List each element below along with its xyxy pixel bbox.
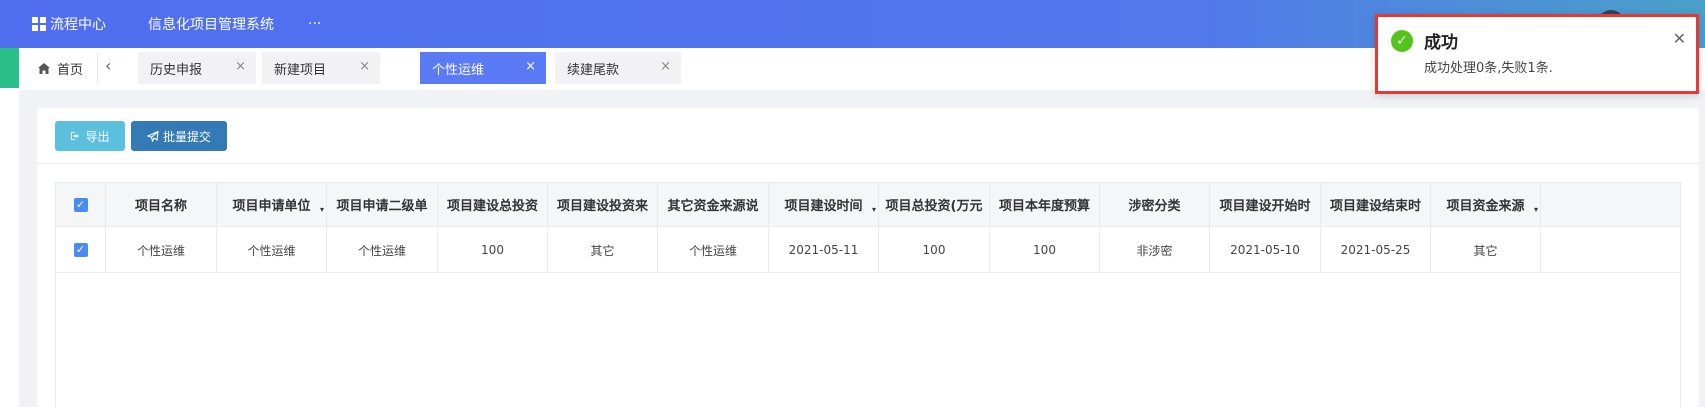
column-header[interactable]: 项目建设结束时 xyxy=(1321,183,1431,226)
home-icon xyxy=(38,62,50,74)
tab-label: 续建尾款 xyxy=(567,62,620,78)
sort-icon[interactable]: ▾ xyxy=(320,205,324,214)
export-label: 导出 xyxy=(85,129,110,144)
grid-icon xyxy=(32,17,46,31)
tab-continued-payment[interactable]: 续建尾款 × xyxy=(555,52,681,84)
row-select-cell: ✓ xyxy=(56,228,106,272)
check-circle-icon: ✓ xyxy=(1391,30,1413,52)
column-header[interactable]: 项目申请二级单 xyxy=(327,183,438,226)
table-cell: 2021-05-25 xyxy=(1321,228,1431,272)
export-button[interactable]: 导出 xyxy=(55,121,125,151)
sort-icon[interactable]: ▾ xyxy=(872,205,876,214)
tab-label: 历史申报 xyxy=(150,62,203,78)
tab-divider xyxy=(97,54,98,84)
table-cell: 100 xyxy=(879,228,990,272)
batch-submit-button[interactable]: 批量提交 xyxy=(131,121,227,151)
table-cell: 个性运维 xyxy=(327,228,438,272)
column-header[interactable]: 项目资金来源 ▾ xyxy=(1431,183,1541,226)
column-header[interactable]: 项目建设时间 ▾ xyxy=(769,183,879,226)
close-icon[interactable]: × xyxy=(525,59,536,74)
menu-label: 流程中心 xyxy=(50,17,106,33)
table-cell: 其它 xyxy=(548,228,658,272)
table-header: ✓ 项目名称 项目申请单位 ▾ 项目申请二级单 项目建设总投资 项目建设投资来 其… xyxy=(56,183,1680,227)
tab-home-label: 首页 xyxy=(57,62,84,78)
table-cell: 2021-05-11 xyxy=(769,228,879,272)
select-all-cell: ✓ xyxy=(56,183,106,226)
tab-new-project[interactable]: 新建项目 × xyxy=(262,52,380,84)
table-cell: 个性运维 xyxy=(658,228,769,272)
sidebar-collapsed xyxy=(0,48,19,407)
send-icon xyxy=(146,130,159,142)
export-icon xyxy=(71,132,80,140)
column-header[interactable]: 项目本年度预算 xyxy=(990,183,1100,226)
menu-more[interactable]: ··· xyxy=(308,0,321,48)
menu-project-system[interactable]: 信息化项目管理系统 xyxy=(148,0,274,48)
divider xyxy=(37,163,1699,164)
chevron-left-icon[interactable]: ‹ xyxy=(105,56,111,75)
table-cell: 2021-05-10 xyxy=(1210,228,1321,272)
column-header[interactable]: 项目名称 xyxy=(106,183,217,226)
table-cell: 100 xyxy=(990,228,1100,272)
sidebar-accent xyxy=(0,48,19,88)
close-icon[interactable]: ✕ xyxy=(1673,29,1686,48)
close-icon[interactable]: × xyxy=(235,59,246,74)
project-table: ✓ 项目名称 项目申请单位 ▾ 项目申请二级单 项目建设总投资 项目建设投资来 其… xyxy=(55,182,1681,407)
column-header[interactable]: 项目建设开始时 xyxy=(1210,183,1321,226)
close-icon[interactable]: × xyxy=(359,59,370,74)
tab-home[interactable]: 首页 xyxy=(37,48,83,88)
row-checkbox[interactable]: ✓ xyxy=(73,243,88,257)
table-cell: 其它 xyxy=(1431,228,1541,272)
column-header[interactable]: 涉密分类 xyxy=(1100,183,1210,226)
more-icon: ··· xyxy=(308,16,322,32)
notification-message: 成功处理0条,失败1条. xyxy=(1424,61,1553,76)
table-cell: 个性运维 xyxy=(217,228,327,272)
content-panel: 导出 批量提交 ✓ 项目名称 项目申请单位 ▾ 项目申请二级单 项目建设总投资 项… xyxy=(37,108,1699,407)
table-cell: 非涉密 xyxy=(1100,228,1210,272)
tab-label: 新建项目 xyxy=(274,62,327,78)
column-header[interactable]: 项目申请单位 ▾ xyxy=(217,183,327,226)
table-cell: 100 xyxy=(438,228,548,272)
notification-title: 成功 xyxy=(1424,33,1458,53)
batch-submit-label: 批量提交 xyxy=(162,129,211,144)
tab-label: 个性运维 xyxy=(432,62,485,78)
table-cell: 个性运维 xyxy=(106,228,217,272)
tab-personal-ops[interactable]: 个性运维 × xyxy=(420,52,546,84)
column-header[interactable]: 项目总投资(万元 xyxy=(879,183,990,226)
menu-process-center[interactable]: 流程中心 xyxy=(32,0,106,48)
select-all-checkbox[interactable]: ✓ xyxy=(73,197,88,212)
column-header[interactable]: 项目建设投资来 xyxy=(548,183,658,226)
success-notification: ✓ 成功 成功处理0条,失败1条. ✕ xyxy=(1375,14,1699,94)
column-header[interactable]: 项目建设总投资 xyxy=(438,183,548,226)
tab-history-report[interactable]: 历史申报 × xyxy=(138,52,256,84)
table-row[interactable]: ✓ 个性运维 个性运维 个性运维 100 其它 个性运维 2021-05-11 … xyxy=(56,228,1680,273)
sort-icon[interactable]: ▾ xyxy=(1534,205,1538,214)
close-icon[interactable]: × xyxy=(660,59,671,74)
menu-label: 信息化项目管理系统 xyxy=(148,17,274,33)
column-header[interactable]: 其它资金来源说 xyxy=(658,183,769,226)
